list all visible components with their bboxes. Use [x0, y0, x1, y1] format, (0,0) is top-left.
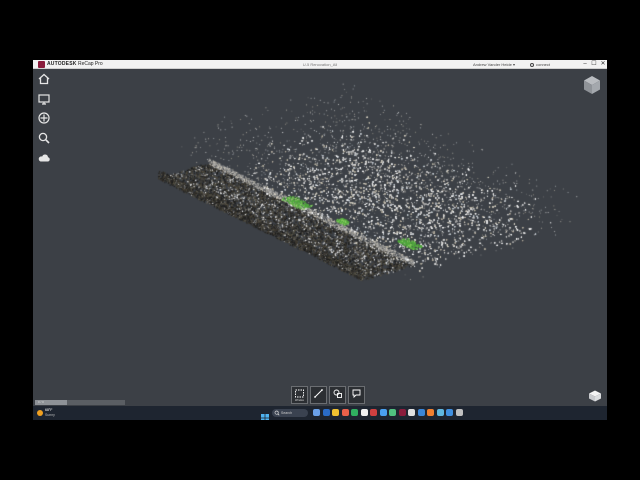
- taskbar-app-icon[interactable]: [360, 409, 368, 416]
- taskbar-search[interactable]: Search: [272, 409, 308, 417]
- taskbar-app-icon[interactable]: [408, 409, 415, 416]
- project-name: U-5 Renovation_All: [302, 62, 338, 67]
- taskbar-app-icon[interactable]: [446, 409, 453, 416]
- annotate-icon: [352, 389, 361, 399]
- 3d-viewport[interactable]: 0 / 0: [33, 69, 607, 406]
- navigation-icon[interactable]: [37, 111, 51, 125]
- taskbar-app-icon[interactable]: [351, 409, 358, 416]
- search-icon[interactable]: [37, 131, 51, 145]
- taskbar-app-icon[interactable]: [332, 409, 339, 416]
- user-menu[interactable]: Andrew Vander Heide ▾: [473, 61, 515, 68]
- taskbar-app-icon[interactable]: [417, 409, 425, 416]
- orientation-cube-icon[interactable]: [588, 389, 602, 402]
- search-label: Search: [281, 411, 293, 415]
- taskbar-app-icon[interactable]: [370, 409, 377, 416]
- display-settings-icon[interactable]: [37, 92, 51, 106]
- search-icon: [274, 410, 280, 416]
- sun-icon: [37, 410, 43, 416]
- measure-icon: [314, 389, 323, 398]
- taskbar-app-icon[interactable]: [436, 409, 444, 416]
- cloud-icon[interactable]: [37, 151, 51, 165]
- view-cube-icon[interactable]: [581, 74, 603, 96]
- weather-condition: Sunny: [45, 413, 55, 417]
- window-select-label: Window: [295, 399, 304, 402]
- title-bar: AUTODESK ReCap Pro U-5 Renovation_All An…: [33, 60, 607, 69]
- taskbar-app-icon[interactable]: [455, 409, 463, 416]
- connect-button[interactable]: connect: [530, 61, 550, 68]
- taskbar-app-icon[interactable]: [398, 409, 406, 416]
- windows-taskbar: 68°F Sunny Search: [33, 406, 607, 420]
- taskbar-app-icon[interactable]: [427, 409, 434, 416]
- window-select-icon: [295, 389, 304, 398]
- taskbar-app-icon[interactable]: [341, 409, 349, 416]
- connect-label: connect: [536, 62, 551, 67]
- close-button[interactable]: ✕: [599, 60, 607, 69]
- taskbar-app-icon[interactable]: [389, 409, 396, 416]
- taskbar-app-icon[interactable]: [322, 409, 330, 416]
- window-select-button[interactable]: Window: [291, 386, 308, 404]
- annotate-button[interactable]: [348, 386, 365, 404]
- minimize-button[interactable]: –: [581, 60, 589, 69]
- windows-logo-icon: [261, 414, 269, 420]
- maximize-button[interactable]: ☐: [590, 60, 598, 69]
- weather-widget[interactable]: 68°F Sunny: [37, 408, 67, 418]
- clip-icon: [333, 389, 342, 398]
- measure-button[interactable]: [310, 386, 327, 404]
- home-icon[interactable]: [37, 72, 51, 86]
- connect-icon: [530, 62, 534, 67]
- taskbar-app-icon[interactable]: [379, 409, 387, 416]
- start-button[interactable]: [261, 409, 269, 420]
- taskbar-app-icon[interactable]: [313, 409, 320, 416]
- clip-button[interactable]: [329, 386, 346, 404]
- progress-text: 0 / 0: [38, 400, 44, 404]
- point-cloud-render[interactable]: [33, 69, 607, 406]
- app-window: AUTODESK ReCap Pro U-5 Renovation_All An…: [33, 60, 607, 420]
- loading-progress-bar: 0 / 0: [35, 400, 125, 405]
